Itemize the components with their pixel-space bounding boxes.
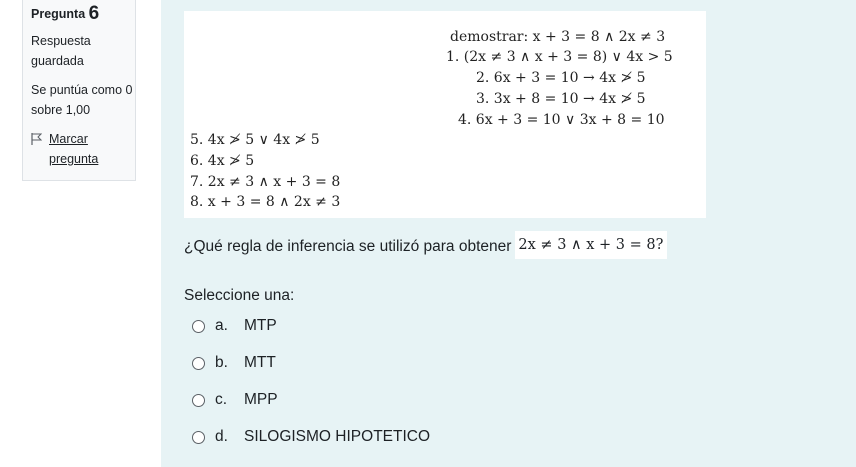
select-prompt: Seleccione una: (184, 287, 295, 304)
proof-line-2: 2. 6x + 3 = 10 → 4x ≯ 5 (476, 70, 646, 86)
option-letter: c. (215, 391, 228, 408)
question-number-prefix: Pregunta (31, 7, 86, 21)
proof-line-5: 5. 4x ≯ 5 ∨ 4x ≯ 5 (190, 132, 320, 148)
option-label: MTT (244, 354, 276, 371)
question-number-value: 6 (88, 3, 100, 24)
proof-image: demostrar: x + 3 = 8 ∧ 2x ≠ 3 1. (2x ≠ 3… (184, 11, 706, 218)
radio-button-c[interactable] (192, 393, 205, 407)
proof-line-7: 7. 2x ≠ 3 ∧ x + 3 = 8 (190, 174, 341, 190)
answer-option-a[interactable]: a. MTP (192, 315, 277, 337)
question-grade: Se puntúa como 0 sobre 1,00 (31, 83, 133, 117)
proof-line-4: 4. 6x + 3 = 10 ∨ 3x + 8 = 10 (458, 112, 665, 128)
question-state: Respuesta guardada (31, 34, 91, 68)
option-label: MPP (244, 391, 278, 408)
option-label: MTP (244, 317, 277, 334)
proof-line-3: 3. 3x + 8 = 10 → 4x ≯ 5 (476, 91, 646, 107)
flag-question-label: Marcar pregunta (49, 132, 99, 166)
proof-line-6: 6. 4x ≯ 5 (190, 153, 255, 169)
question-content: demostrar: x + 3 = 8 ∧ 2x ≠ 3 1. (2x ≠ 3… (161, 0, 856, 467)
radio-button-b[interactable] (192, 356, 205, 370)
option-letter: a. (215, 317, 228, 334)
question-expression: 2x ≠ 3 ∧ x + 3 = 8? (515, 231, 668, 259)
radio-button-a[interactable] (192, 319, 205, 333)
question-text: ¿Qué regla de inferencia se utilizó para… (184, 231, 668, 261)
option-label: SILOGISMO HIPOTETICO (244, 428, 431, 445)
answer-option-d[interactable]: d. SILOGISMO HIPOTETICO (192, 426, 430, 448)
proof-line-1: 1. (2x ≠ 3 ∧ x + 3 = 8) ∨ 4x > 5 (446, 49, 673, 65)
option-letter: b. (215, 354, 228, 371)
question-info-panel: Pregunta 6 Respuesta guardada Se puntúa … (22, 0, 136, 181)
flag-icon (31, 133, 42, 145)
proof-line-8: 8. x + 3 = 8 ∧ 2x ≠ 3 (190, 194, 341, 210)
question-number: Pregunta 6 (31, 4, 135, 24)
radio-button-d[interactable] (192, 430, 205, 444)
option-letter: d. (215, 428, 228, 445)
answer-option-b[interactable]: b. MTT (192, 352, 276, 374)
flag-question-link[interactable]: Marcar pregunta (31, 129, 135, 169)
question-text-main: ¿Qué regla de inferencia se utilizó para… (184, 238, 512, 255)
proof-goal: demostrar: x + 3 = 8 ∧ 2x ≠ 3 (450, 29, 666, 45)
answer-option-c[interactable]: c. MPP (192, 389, 278, 411)
